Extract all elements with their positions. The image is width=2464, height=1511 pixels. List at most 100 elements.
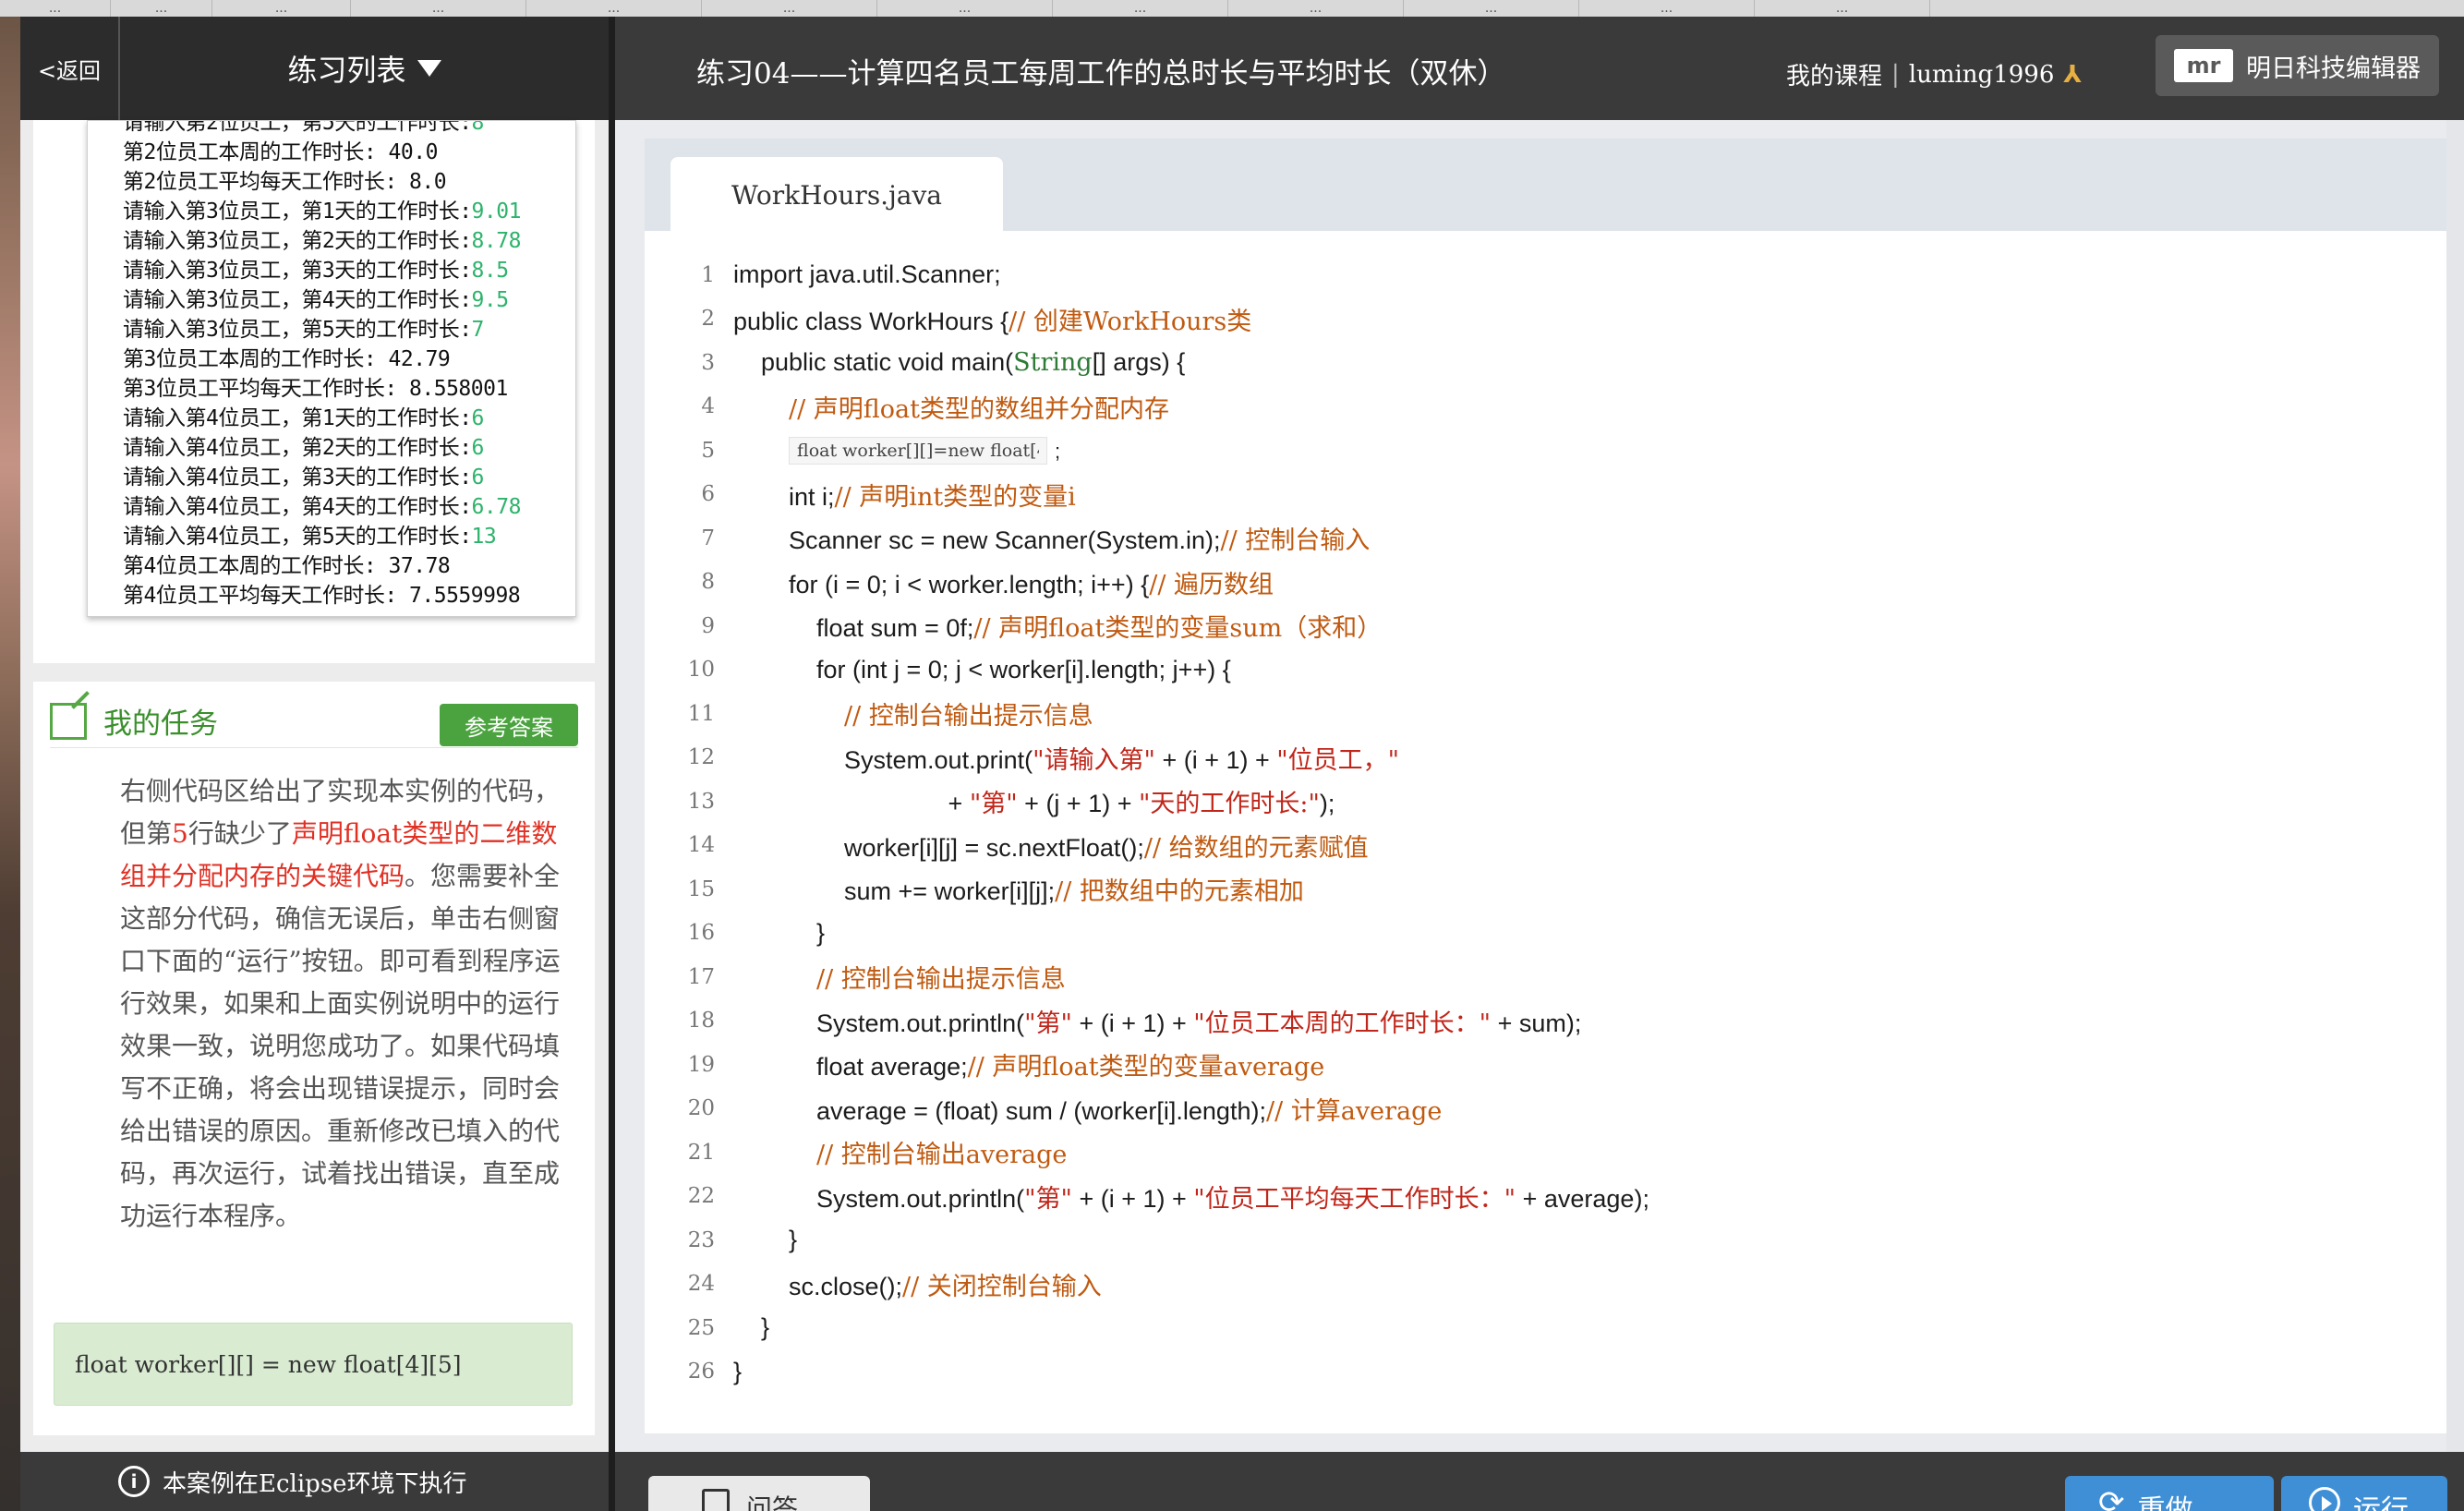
code-text: System.out.println("第" + (i + 1) + "位员工平… — [733, 1179, 1649, 1215]
console-text: 请输入第3位员工，第3天的工作时长: — [123, 259, 472, 283]
console-text: 第2位员工平均每天工作时长: 8.0 — [123, 170, 447, 194]
browser-tab[interactable]: ... — [351, 0, 526, 17]
code-line: 5 ; — [645, 429, 2446, 472]
code-token: } — [733, 918, 826, 947]
code-token: + (i + 1) + — [1154, 745, 1277, 774]
browser-tab[interactable]: ... — [1579, 0, 1755, 17]
code-token: int i; — [733, 482, 835, 511]
code-text: average = (float) sum / (worker[i].lengt… — [733, 1091, 1442, 1127]
console-line: 第3位员工本周的工作时长: 42.79 — [123, 345, 575, 374]
editor-brand-button[interactable]: mr 明日科技编辑器 — [2156, 35, 2439, 96]
console-line: 第2位员工本周的工作时长: 40.0 — [123, 138, 575, 167]
line-number: 5 — [701, 438, 715, 463]
browser-tab[interactable]: ... — [1053, 0, 1228, 17]
console-text: 请输入第4位员工，第1天的工作时长: — [123, 406, 472, 430]
username-link[interactable]: luming1996 — [1909, 61, 2055, 89]
code-text: } — [733, 1358, 742, 1386]
qa-label: 问答 — [746, 1493, 799, 1511]
env-note: 本案例在Eclipse环境下执行 — [163, 1469, 467, 1498]
line-number: 7 — [701, 526, 715, 550]
console-input-value: 6 — [471, 406, 485, 430]
browser-tab[interactable]: ... — [702, 0, 877, 17]
browser-tab[interactable]: ... — [111, 0, 212, 17]
task-desc-part: 。您需要补全这部分代码，确信无误后，单击右侧窗口下面的“运行”按钮。即可看到程序… — [120, 861, 561, 1231]
code-string: "位员工本周的工作时长：" — [1193, 1009, 1492, 1038]
semicolon: ; — [1055, 439, 1061, 463]
console-line: 请输入第4位员工，第1天的工作时长:6 — [123, 404, 575, 433]
user-area: 我的课程 | luming1996 ⅄ — [1786, 57, 2082, 91]
code-token: } — [733, 1357, 743, 1385]
line-number: 24 — [687, 1272, 715, 1296]
code-string: "天的工作时长:" — [1138, 790, 1320, 818]
back-button[interactable]: <返回 — [20, 17, 120, 120]
mr-logo-icon: mr — [2174, 49, 2233, 82]
code-comment: // 把数组中的元素相加 — [1055, 877, 1304, 906]
console-line: 请输入第3位员工，第4天的工作时长:9.5 — [123, 285, 575, 315]
code-token: + sum); — [1491, 1009, 1582, 1037]
console-line: 第4位员工平均每天工作时长: 7.5559998 — [123, 581, 575, 610]
file-tab-workhours[interactable]: WorkHours.java — [670, 157, 1003, 233]
console-text: 请输入第4位员工，第2天的工作时长: — [123, 436, 472, 460]
code-line: 15 sum += worker[i][j];// 把数组中的元素相加 — [645, 867, 2446, 911]
qa-button[interactable]: 问答 — [648, 1476, 870, 1511]
code-line: 22 System.out.println("第" + (i + 1) + "位… — [645, 1175, 2446, 1218]
console-text: 请输入第2位员工，第5天的工作时长: — [123, 120, 472, 135]
browser-tab[interactable]: ... — [1755, 0, 1930, 17]
code-text: } — [733, 1226, 797, 1254]
code-string: "第" — [969, 790, 1018, 818]
code-comment: // 控制台输入 — [1220, 526, 1371, 555]
browser-tab[interactable]: ... — [526, 0, 702, 17]
reference-answer-button[interactable]: 参考答案 — [440, 704, 578, 746]
line-number: 2 — [701, 307, 715, 331]
code-token: average = (float) sum / (worker[i].lengt… — [733, 1096, 1266, 1125]
run-button[interactable]: 运行 — [2281, 1476, 2447, 1511]
edit-square-icon — [50, 702, 87, 740]
code-comment: // 声明float类型的数组并分配内存 — [789, 394, 1170, 424]
task-description: 右侧代码区给出了实现本实例的代码，但第5行缺少了声明float类型的二维数组并分… — [120, 770, 563, 1238]
code-token: + (i + 1) + — [1071, 1184, 1194, 1213]
blank-code-input[interactable] — [789, 437, 1048, 465]
exercise-list-dropdown[interactable]: 练习列表 — [120, 47, 609, 90]
line-number: 17 — [687, 964, 715, 989]
code-text: int i;// 声明int类型的变量i — [733, 477, 1076, 513]
console-line: 请输入第3位员工，第5天的工作时长:7 — [123, 315, 575, 345]
code-line: 3 public static void main(String[] args)… — [645, 341, 2446, 384]
my-courses-link[interactable]: 我的课程 — [1786, 57, 1882, 91]
code-line: 26} — [645, 1350, 2446, 1394]
console-input-value: 13 — [471, 525, 497, 549]
browser-tab[interactable]: ... — [0, 0, 111, 17]
browser-tab[interactable]: ... — [1228, 0, 1404, 17]
panel-divider[interactable] — [609, 17, 615, 1511]
code-comment: // 声明float类型的变量sum（求和） — [973, 614, 1383, 643]
code-text: + "第" + (j + 1) + "天的工作时长:"); — [733, 783, 1335, 819]
console-input-value: 9.5 — [471, 288, 510, 312]
console-input-value: 8 — [471, 120, 485, 135]
browser-tab[interactable]: ... — [877, 0, 1053, 17]
code-text: float sum = 0f;// 声明float类型的变量sum（求和） — [733, 608, 1382, 644]
console-text: 请输入第3位员工，第5天的工作时长: — [123, 318, 472, 342]
console-line: 请输入第4位员工，第3天的工作时长:6 — [123, 463, 575, 492]
browser-tab[interactable]: ... — [212, 0, 351, 17]
code-token: sc.close(); — [733, 1272, 903, 1300]
console-line: 请输入第4位员工，第5天的工作时长:13 — [123, 522, 575, 551]
code-token: + (i + 1) + — [1071, 1009, 1194, 1037]
code-string: "位员工平均每天工作时长：" — [1193, 1184, 1516, 1214]
line-number: 15 — [687, 876, 715, 901]
console-line: 请输入第3位员工，第2天的工作时长:8.78 — [123, 226, 575, 256]
task-card: 我的任务 参考答案 右侧代码区给出了实现本实例的代码，但第5行缺少了声明floa… — [33, 682, 595, 1435]
code-token: for (i = 0; i < worker.length; i++) { — [733, 570, 1150, 598]
level-icon: ⅄ — [2063, 60, 2083, 89]
console-input-value: 6.78 — [471, 495, 522, 519]
browser-tab[interactable]: ... — [1404, 0, 1579, 17]
line-number: 14 — [687, 833, 715, 857]
redo-button[interactable]: ⟳ 重做 — [2065, 1476, 2274, 1511]
scrollbar[interactable] — [2446, 120, 2464, 1452]
code-text: System.out.println("第" + (i + 1) + "位员工本… — [733, 1003, 1581, 1039]
code-token: } — [733, 1313, 770, 1341]
refresh-icon: ⟳ — [2098, 1484, 2125, 1511]
code-line: 2 public class WorkHours {// 创建WorkHours类 — [645, 297, 2446, 341]
code-text: public static void main(String[] args) { — [733, 348, 1185, 377]
browser-tab-strip: .................................... — [0, 0, 2464, 17]
